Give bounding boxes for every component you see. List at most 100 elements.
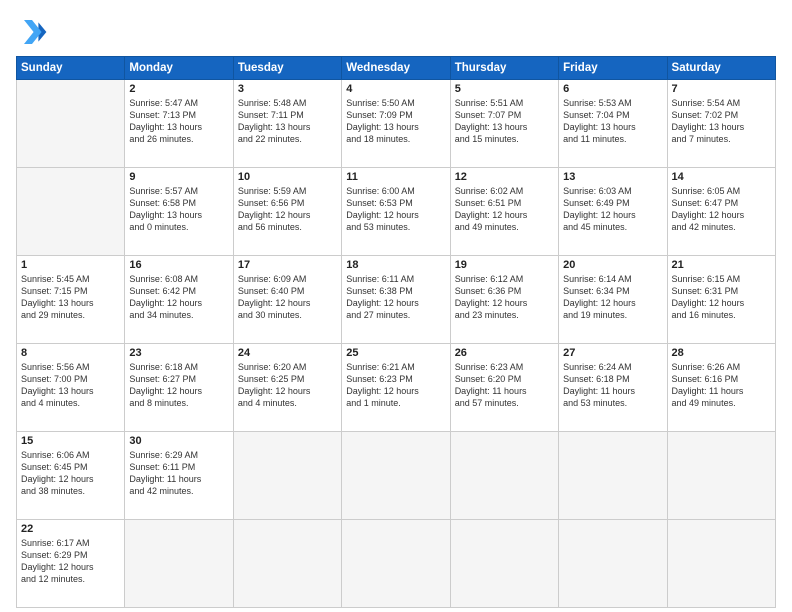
calendar-cell: 5Sunrise: 5:51 AM Sunset: 7:07 PM Daylig… bbox=[450, 80, 558, 168]
day-number: 15 bbox=[21, 435, 120, 447]
calendar-cell: 16 Sunrise: 6:08 AM Sunset: 6:42 PM Dayli… bbox=[125, 256, 233, 344]
day-number: 2 bbox=[129, 83, 228, 95]
day-number: 1 bbox=[21, 259, 120, 271]
day-info: Sunrise: 5:48 AM Sunset: 7:11 PM Dayligh… bbox=[238, 97, 337, 146]
day-info: Sunrise: 5:45 AM Sunset: 7:15 PM Dayligh… bbox=[21, 273, 120, 322]
day-info: Sunrise: 6:21 AM Sunset: 6:23 PM Dayligh… bbox=[346, 361, 445, 410]
day-number: 11 bbox=[346, 171, 445, 183]
day-info: Sunrise: 6:09 AM Sunset: 6:40 PM Dayligh… bbox=[238, 273, 337, 322]
calendar-cell: 10Sunrise: 5:59 AM Sunset: 6:56 PM Dayli… bbox=[233, 168, 341, 256]
calendar-cell: 24 Sunrise: 6:20 AM Sunset: 6:25 PM Dayli… bbox=[233, 344, 341, 432]
day-info: Sunrise: 5:53 AM Sunset: 7:04 PM Dayligh… bbox=[563, 97, 662, 146]
calendar-cell bbox=[559, 432, 667, 520]
day-info: Sunrise: 6:05 AM Sunset: 6:47 PM Dayligh… bbox=[672, 185, 771, 234]
calendar-cell: 2 Sunrise: 5:47 AM Sunset: 7:13 PM Daylig… bbox=[125, 80, 233, 168]
calendar-cell: 23Sunrise: 6:18 AM Sunset: 6:27 PM Dayli… bbox=[125, 344, 233, 432]
day-number: 6 bbox=[563, 83, 662, 95]
calendar-cell: 21 Sunrise: 6:15 AM Sunset: 6:31 PM Dayli… bbox=[667, 256, 775, 344]
calendar-cell: 11 Sunrise: 6:00 AM Sunset: 6:53 PM Dayli… bbox=[342, 168, 450, 256]
day-number: 8 bbox=[21, 347, 120, 359]
logo bbox=[16, 16, 54, 48]
day-number: 19 bbox=[455, 259, 554, 271]
calendar-row-6: 22 Sunrise: 6:17 AM Sunset: 6:29 PM Dayli… bbox=[17, 520, 776, 608]
calendar-header-sunday: Sunday bbox=[17, 57, 125, 80]
day-number: 12 bbox=[455, 171, 554, 183]
calendar-cell: 18 Sunrise: 6:11 AM Sunset: 6:38 PM Dayli… bbox=[342, 256, 450, 344]
day-info: Sunrise: 6:02 AM Sunset: 6:51 PM Dayligh… bbox=[455, 185, 554, 234]
day-info: Sunrise: 6:15 AM Sunset: 6:31 PM Dayligh… bbox=[672, 273, 771, 322]
day-info: Sunrise: 6:26 AM Sunset: 6:16 PM Dayligh… bbox=[672, 361, 771, 410]
calendar-cell: 1 Sunrise: 5:45 AM Sunset: 7:15 PM Daylig… bbox=[17, 256, 125, 344]
calendar-cell: 14 Sunrise: 6:05 AM Sunset: 6:47 PM Dayli… bbox=[667, 168, 775, 256]
day-info: Sunrise: 6:14 AM Sunset: 6:34 PM Dayligh… bbox=[563, 273, 662, 322]
day-number: 22 bbox=[21, 523, 120, 535]
day-info: Sunrise: 5:57 AM Sunset: 6:58 PM Dayligh… bbox=[129, 185, 228, 234]
calendar-cell: 19Sunrise: 6:12 AM Sunset: 6:36 PM Dayli… bbox=[450, 256, 558, 344]
calendar-cell: 17 Sunrise: 6:09 AM Sunset: 6:40 PM Dayli… bbox=[233, 256, 341, 344]
calendar-cell bbox=[667, 432, 775, 520]
calendar-row-3: 1 Sunrise: 5:45 AM Sunset: 7:15 PM Daylig… bbox=[17, 256, 776, 344]
calendar-row-4: 8 Sunrise: 5:56 AM Sunset: 7:00 PM Daylig… bbox=[17, 344, 776, 432]
day-number: 23 bbox=[129, 347, 228, 359]
day-number: 18 bbox=[346, 259, 445, 271]
calendar-cell: 6 Sunrise: 5:53 AM Sunset: 7:04 PM Daylig… bbox=[559, 80, 667, 168]
calendar-cell: 12 Sunrise: 6:02 AM Sunset: 6:51 PM Dayli… bbox=[450, 168, 558, 256]
calendar-cell: 8 Sunrise: 5:56 AM Sunset: 7:00 PM Daylig… bbox=[17, 344, 125, 432]
calendar-header-thursday: Thursday bbox=[450, 57, 558, 80]
day-info: Sunrise: 5:47 AM Sunset: 7:13 PM Dayligh… bbox=[129, 97, 228, 146]
day-number: 14 bbox=[672, 171, 771, 183]
calendar-cell: 9 Sunrise: 5:57 AM Sunset: 6:58 PM Daylig… bbox=[125, 168, 233, 256]
calendar-cell: 13Sunrise: 6:03 AM Sunset: 6:49 PM Dayli… bbox=[559, 168, 667, 256]
day-info: Sunrise: 6:23 AM Sunset: 6:20 PM Dayligh… bbox=[455, 361, 554, 410]
calendar-row-2: 9 Sunrise: 5:57 AM Sunset: 6:58 PM Daylig… bbox=[17, 168, 776, 256]
day-number: 24 bbox=[238, 347, 337, 359]
day-info: Sunrise: 6:20 AM Sunset: 6:25 PM Dayligh… bbox=[238, 361, 337, 410]
logo-icon bbox=[16, 16, 48, 48]
header bbox=[16, 16, 776, 48]
day-number: 21 bbox=[672, 259, 771, 271]
calendar-cell: 30 Sunrise: 6:29 AM Sunset: 6:11 PM Dayli… bbox=[125, 432, 233, 520]
calendar-cell bbox=[559, 520, 667, 608]
calendar-cell: 22 Sunrise: 6:17 AM Sunset: 6:29 PM Dayli… bbox=[17, 520, 125, 608]
day-info: Sunrise: 6:29 AM Sunset: 6:11 PM Dayligh… bbox=[129, 449, 228, 498]
day-number: 28 bbox=[672, 347, 771, 359]
day-info: Sunrise: 5:59 AM Sunset: 6:56 PM Dayligh… bbox=[238, 185, 337, 234]
calendar-header-saturday: Saturday bbox=[667, 57, 775, 80]
day-number: 30 bbox=[129, 435, 228, 447]
day-info: Sunrise: 6:11 AM Sunset: 6:38 PM Dayligh… bbox=[346, 273, 445, 322]
day-number: 20 bbox=[563, 259, 662, 271]
calendar-cell bbox=[342, 432, 450, 520]
calendar-cell: 7Sunrise: 5:54 AM Sunset: 7:02 PM Daylig… bbox=[667, 80, 775, 168]
day-info: Sunrise: 5:56 AM Sunset: 7:00 PM Dayligh… bbox=[21, 361, 120, 410]
day-info: Sunrise: 6:03 AM Sunset: 6:49 PM Dayligh… bbox=[563, 185, 662, 234]
day-number: 9 bbox=[129, 171, 228, 183]
calendar-cell: 3 Sunrise: 5:48 AM Sunset: 7:11 PM Daylig… bbox=[233, 80, 341, 168]
day-info: Sunrise: 6:00 AM Sunset: 6:53 PM Dayligh… bbox=[346, 185, 445, 234]
day-number: 3 bbox=[238, 83, 337, 95]
day-info: Sunrise: 6:24 AM Sunset: 6:18 PM Dayligh… bbox=[563, 361, 662, 410]
calendar-row-5: 15 Sunrise: 6:06 AM Sunset: 6:45 PM Dayli… bbox=[17, 432, 776, 520]
calendar-cell bbox=[667, 520, 775, 608]
calendar-row-1: 2 Sunrise: 5:47 AM Sunset: 7:13 PM Daylig… bbox=[17, 80, 776, 168]
calendar-header-row: SundayMondayTuesdayWednesdayThursdayFrid… bbox=[17, 57, 776, 80]
day-info: Sunrise: 6:08 AM Sunset: 6:42 PM Dayligh… bbox=[129, 273, 228, 322]
page: SundayMondayTuesdayWednesdayThursdayFrid… bbox=[0, 0, 792, 612]
day-info: Sunrise: 5:54 AM Sunset: 7:02 PM Dayligh… bbox=[672, 97, 771, 146]
calendar-cell: 4Sunrise: 5:50 AM Sunset: 7:09 PM Daylig… bbox=[342, 80, 450, 168]
day-number: 17 bbox=[238, 259, 337, 271]
calendar-cell: 15 Sunrise: 6:06 AM Sunset: 6:45 PM Dayli… bbox=[17, 432, 125, 520]
calendar-header-monday: Monday bbox=[125, 57, 233, 80]
calendar-header-tuesday: Tuesday bbox=[233, 57, 341, 80]
day-info: Sunrise: 6:17 AM Sunset: 6:29 PM Dayligh… bbox=[21, 537, 120, 586]
calendar-cell bbox=[450, 520, 558, 608]
calendar-cell bbox=[233, 432, 341, 520]
day-number: 5 bbox=[455, 83, 554, 95]
calendar-header-friday: Friday bbox=[559, 57, 667, 80]
calendar-header-wednesday: Wednesday bbox=[342, 57, 450, 80]
day-number: 16 bbox=[129, 259, 228, 271]
calendar-cell bbox=[17, 80, 125, 168]
calendar-cell bbox=[342, 520, 450, 608]
day-info: Sunrise: 6:06 AM Sunset: 6:45 PM Dayligh… bbox=[21, 449, 120, 498]
calendar-cell: 26 Sunrise: 6:23 AM Sunset: 6:20 PM Dayli… bbox=[450, 344, 558, 432]
day-number: 26 bbox=[455, 347, 554, 359]
